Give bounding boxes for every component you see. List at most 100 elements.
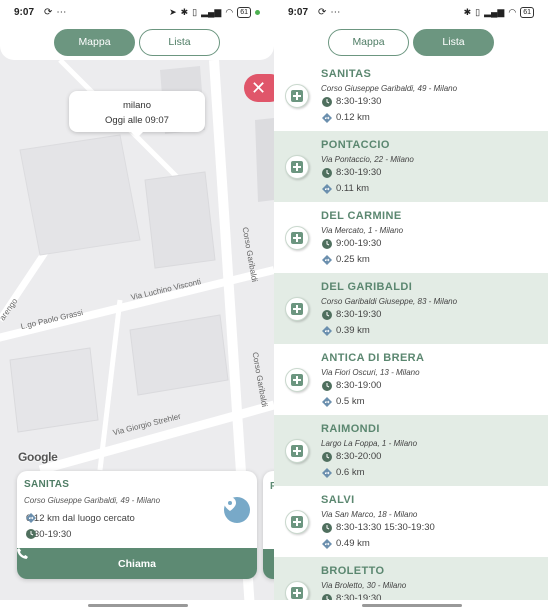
pharmacy-distance: 0.5 km bbox=[336, 396, 365, 407]
map-screen: Corso Garibaldi Via Luchino Visconti L.g… bbox=[0, 0, 274, 610]
pharmacy-distance: 0.11 km bbox=[336, 183, 370, 194]
pharmacy-address: Via San Marco, 18 - Milano bbox=[321, 510, 418, 519]
status-time: 9:07 bbox=[288, 6, 309, 18]
peek-call-button bbox=[263, 549, 274, 579]
home-indicator[interactable] bbox=[362, 604, 462, 607]
card-address: Corso Giuseppe Garibaldi, 49 - Milano bbox=[24, 496, 161, 505]
tab-map[interactable]: Mappa bbox=[54, 28, 135, 56]
hours-row: 8:30-19:30 bbox=[322, 96, 381, 107]
google-logo: Google bbox=[18, 450, 58, 464]
list-item[interactable]: PONTACCIO Via Pontaccio, 22 - Milano 8:30-… bbox=[274, 131, 548, 202]
pharmacy-list: SANITAS Corso Giuseppe Garibaldi, 49 - Mi… bbox=[274, 60, 548, 610]
callout-updated: Oggi alle 09:07 bbox=[105, 115, 169, 126]
pharmacy-address: Via Fiori Oscuri, 13 - Milano bbox=[321, 368, 420, 377]
direction-icon bbox=[322, 112, 332, 123]
distance-row: 0.6 km bbox=[322, 467, 365, 478]
card-distance-row: 0.12 km dal luogo cercato bbox=[26, 513, 135, 524]
tab-map[interactable]: Mappa bbox=[328, 28, 409, 56]
list-item[interactable]: SANITAS Corso Giuseppe Garibaldi, 49 - Mi… bbox=[274, 60, 548, 131]
view-toggle: Mappa Lista bbox=[0, 24, 274, 60]
pharmacy-cross-icon bbox=[285, 297, 309, 321]
list-item[interactable]: DEL CARMINE Via Mercato, 1 - Milano 9:00-1… bbox=[274, 202, 548, 273]
pharmacy-cross-icon bbox=[285, 439, 309, 463]
status-time: 9:07 bbox=[14, 6, 35, 18]
pharmacy-address: Largo La Foppa, 1 - Milano bbox=[321, 439, 418, 448]
next-card-peek[interactable]: F bbox=[263, 471, 274, 579]
list-item[interactable]: DEL GARIBALDI Corso Garibaldi Giuseppe, 8… bbox=[274, 273, 548, 344]
hours-row: 8:30-19:30 bbox=[322, 167, 381, 178]
clock-icon bbox=[322, 96, 332, 107]
list-item[interactable]: ANTICA DI BRERA Via Fiori Oscuri, 13 - Mi… bbox=[274, 344, 548, 415]
wifi-icon: ◠ bbox=[225, 6, 234, 17]
distance-row: 0.11 km bbox=[322, 183, 369, 194]
direction-icon bbox=[322, 396, 332, 407]
tab-list[interactable]: Lista bbox=[139, 28, 220, 56]
status-dot-icon bbox=[255, 9, 260, 15]
signal-icon: ▂▄▆ bbox=[484, 6, 505, 17]
pharmacy-cross-icon bbox=[285, 226, 309, 250]
direction-icon bbox=[322, 467, 332, 478]
status-bar: 9:07 ⟳ ⋯ ➤ ✱ ▯ ▂▄▆ ◠ 61 bbox=[0, 0, 274, 24]
direction-icon bbox=[322, 183, 332, 194]
card-distance: 0.12 km dal luogo cercato bbox=[26, 513, 135, 524]
direction-icon bbox=[26, 513, 36, 523]
pharmacy-name: PONTACCIO bbox=[321, 139, 390, 151]
hours-row: 9:00-19:30 bbox=[322, 238, 381, 249]
pharmacy-cross-icon bbox=[285, 84, 309, 108]
sync-icon: ⟳ bbox=[318, 6, 327, 18]
distance-row: 0.5 km bbox=[322, 396, 365, 407]
pharmacy-hours: 8:30-19:30 bbox=[336, 167, 382, 178]
close-icon: ✕ bbox=[251, 78, 267, 98]
sync-icon: ⟳ bbox=[44, 6, 53, 18]
pharmacy-hours: 8:30-20:00 bbox=[336, 451, 382, 462]
hours-row: 8:30-19:00 bbox=[322, 380, 381, 391]
vibrate-icon: ▯ bbox=[192, 6, 198, 17]
hours-row: 8:30-20:00 bbox=[322, 451, 381, 462]
more-icon: ⋯ bbox=[56, 6, 67, 18]
pharmacy-hours: 8:30-19:30 bbox=[336, 309, 382, 320]
pharmacy-cross-icon bbox=[285, 155, 309, 179]
pin-icon bbox=[224, 497, 236, 511]
distance-row: 0.25 km bbox=[322, 254, 370, 265]
status-bar: 9:07 ⟳ ⋯ ✱ ▯ ▂▄▆ ◠ 61 bbox=[274, 0, 548, 24]
pharmacy-address: Corso Giuseppe Garibaldi, 49 - Milano bbox=[321, 84, 458, 93]
clock-icon bbox=[322, 451, 332, 462]
pharmacy-name: BROLETTO bbox=[321, 565, 385, 577]
hours-row: 8:30-13:30 15:30-19:30 bbox=[322, 522, 435, 533]
distance-row: 0.49 km bbox=[322, 538, 370, 549]
pharmacy-hours: 9:00-19:30 bbox=[336, 238, 382, 249]
more-icon: ⋯ bbox=[330, 6, 341, 18]
pharmacy-distance: 0.25 km bbox=[336, 254, 370, 265]
clock-icon bbox=[322, 167, 332, 178]
distance-row: 0.39 km bbox=[322, 325, 370, 336]
pharmacy-card[interactable]: SANITAS Corso Giuseppe Garibaldi, 49 - M… bbox=[17, 471, 257, 579]
map-view[interactable]: Corso Garibaldi Via Luchino Visconti L.g… bbox=[0, 0, 274, 610]
call-button[interactable]: Chiama bbox=[17, 548, 257, 579]
clock-icon bbox=[322, 309, 332, 320]
pharmacy-address: Via Broletto, 30 - Milano bbox=[321, 581, 407, 590]
bluetooth-icon: ✱ bbox=[463, 6, 472, 17]
pharmacy-address: Via Pontaccio, 22 - Milano bbox=[321, 155, 414, 164]
battery-icon: 61 bbox=[237, 6, 251, 18]
pharmacy-name: SANITAS bbox=[321, 68, 372, 80]
card-hours-row: 8:30-19:30 bbox=[26, 529, 71, 540]
list-item[interactable]: RAIMONDI Largo La Foppa, 1 - Milano 8:30-2… bbox=[274, 415, 548, 486]
callout-city: milano bbox=[123, 100, 151, 111]
wifi-icon: ◠ bbox=[508, 6, 517, 17]
clock-icon bbox=[322, 238, 332, 249]
close-button[interactable]: ✕ bbox=[244, 74, 274, 102]
clock-icon bbox=[26, 529, 36, 539]
home-indicator[interactable] bbox=[88, 604, 188, 607]
directions-button[interactable] bbox=[224, 497, 250, 523]
location-callout: milano Oggi alle 09:07 bbox=[69, 91, 205, 138]
list-item[interactable]: SALVI Via San Marco, 18 - Milano 8:30-13:3… bbox=[274, 486, 548, 557]
pharmacy-hours: 8:30-19:30 bbox=[336, 96, 382, 107]
clock-icon bbox=[322, 522, 332, 533]
pharmacy-distance: 0.49 km bbox=[336, 538, 370, 549]
clock-icon bbox=[322, 380, 332, 391]
pharmacy-name: DEL GARIBALDI bbox=[321, 281, 413, 293]
pharmacy-distance: 0.12 km bbox=[336, 112, 370, 123]
direction-icon bbox=[322, 538, 332, 549]
bluetooth-icon: ✱ bbox=[180, 6, 189, 17]
tab-list[interactable]: Lista bbox=[413, 28, 494, 56]
